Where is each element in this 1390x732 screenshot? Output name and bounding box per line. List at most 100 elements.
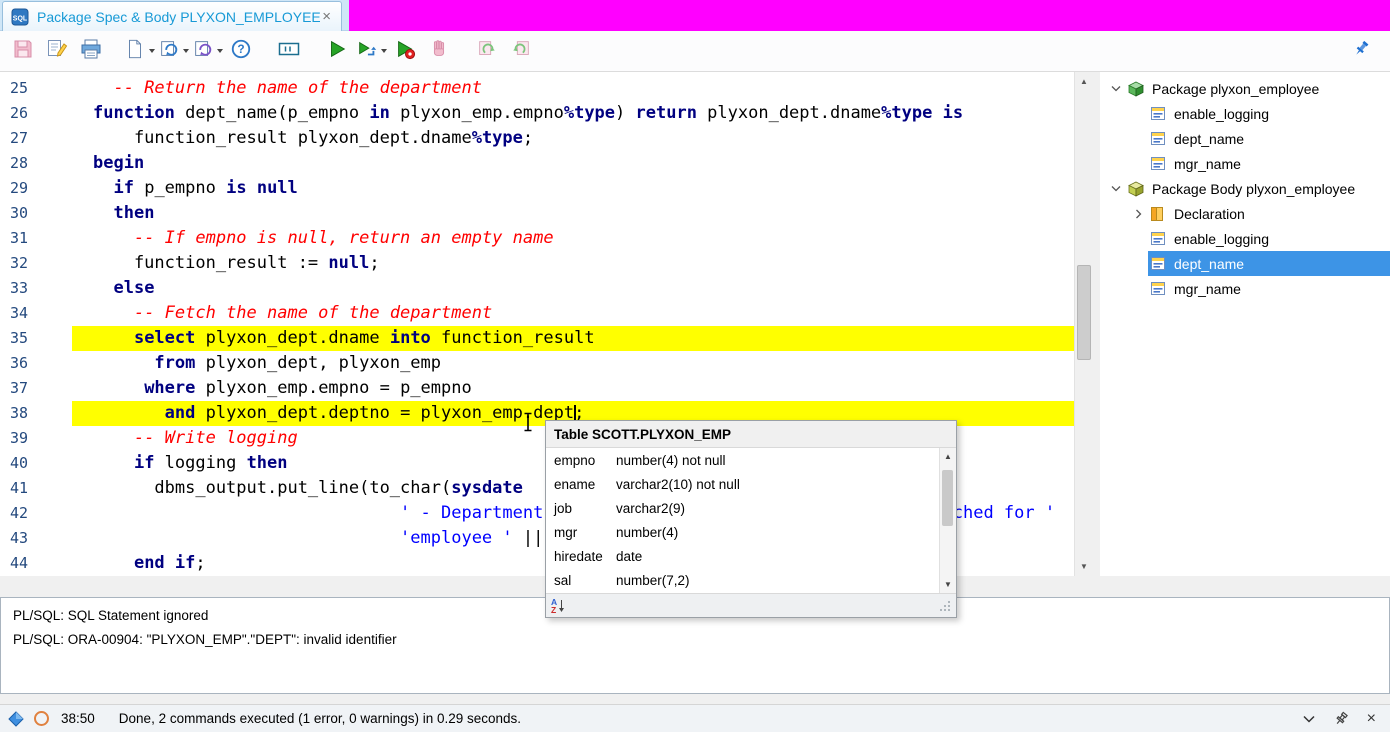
line-number: 39	[0, 426, 72, 451]
command-window-dropdown-icon	[192, 38, 214, 65]
editor-window-icon	[277, 37, 301, 66]
popup-scroll-down-button[interactable]: ▼	[940, 577, 956, 592]
package-icon	[1128, 81, 1148, 97]
column-type: number(7,2)	[616, 573, 690, 588]
line-number: 34	[0, 301, 72, 326]
command-window-button[interactable]	[190, 34, 224, 68]
sql-window-button[interactable]	[156, 34, 190, 68]
code-line-31[interactable]: -- If empno is null, return an empty nam…	[72, 226, 1074, 251]
editor-scrollbar[interactable]: ▲ ▼	[1074, 72, 1093, 576]
column-name: job	[554, 501, 616, 516]
execute-button[interactable]	[320, 34, 354, 68]
line-number: 37	[0, 376, 72, 401]
column-row: mgrnumber(4)	[546, 520, 939, 544]
member-icon	[1150, 106, 1170, 121]
dropdown-caret-icon	[183, 49, 189, 53]
tab-package-spec-body[interactable]: SQL Package Spec & Body PLYXON_EMPLOYEE …	[2, 1, 342, 31]
chevron-down-icon[interactable]	[1106, 85, 1126, 92]
member-icon	[1150, 281, 1170, 296]
debug-button[interactable]	[388, 34, 422, 68]
edit-icon	[45, 37, 69, 66]
column-type: number(4)	[616, 525, 678, 540]
pin-button[interactable]	[1333, 711, 1349, 727]
resize-grip[interactable]	[938, 599, 952, 613]
new-document-button[interactable]	[122, 34, 156, 68]
editor-window-button[interactable]	[272, 34, 306, 68]
rollback-button[interactable]	[504, 34, 538, 68]
code-line-26[interactable]: function dept_name(p_empno in plyxon_emp…	[72, 101, 1074, 126]
dock-pin-button[interactable]	[1344, 34, 1378, 68]
line-number: 40	[0, 451, 72, 476]
tree-item-dept-name[interactable]: dept_name	[1100, 126, 1390, 151]
column-name: sal	[554, 573, 616, 588]
tab-close-icon[interactable]: ×	[320, 9, 333, 24]
line-number: 35	[0, 326, 72, 351]
tree-item-enable-logging[interactable]: enable_logging	[1100, 226, 1390, 251]
tree-item-label: Package plyxon_employee	[1152, 81, 1319, 97]
popup-title: Table SCOTT.PLYXON_EMP	[546, 421, 956, 448]
popup-scrollbar-thumb[interactable]	[942, 470, 953, 526]
tooltip-rows: empnonumber(4) not nullenamevarchar2(10)…	[546, 448, 939, 593]
tree-item-declaration[interactable]: Declaration	[1100, 201, 1390, 226]
tree-item-package-body-plyxon-employee[interactable]: Package Body plyxon_employee	[1100, 176, 1390, 201]
column-row: salnumber(7,2)	[546, 568, 939, 592]
tree-item-label: dept_name	[1174, 131, 1244, 147]
popup-scrollbar[interactable]: ▲ ▼	[939, 448, 956, 593]
execute-dropdown-button[interactable]	[354, 34, 388, 68]
tree-item-mgr-name[interactable]: mgr_name	[1100, 276, 1390, 301]
tree-item-enable-logging[interactable]: enable_logging	[1100, 101, 1390, 126]
code-line-30[interactable]: then	[72, 201, 1074, 226]
dropdown-caret-icon	[381, 49, 387, 53]
popup-scroll-up-button[interactable]: ▲	[940, 449, 956, 464]
edit-button[interactable]	[40, 34, 74, 68]
column-name: mgr	[554, 525, 616, 540]
break-button[interactable]	[422, 34, 456, 68]
code-line-37[interactable]: where plyxon_emp.empno = p_empno	[72, 376, 1074, 401]
line-number: 30	[0, 201, 72, 226]
code-line-36[interactable]: from plyxon_dept, plyxon_emp	[72, 351, 1074, 376]
message-line: PL/SQL: ORA-00904: "PLYXON_EMP"."DEPT": …	[13, 628, 1377, 652]
tree-item-package-plyxon-employee[interactable]: Package plyxon_employee	[1100, 76, 1390, 101]
tree-item-dept-name[interactable]: dept_name	[1100, 251, 1390, 276]
commit-button[interactable]	[470, 34, 504, 68]
new-document-icon	[124, 38, 146, 65]
member-icon	[1150, 156, 1170, 171]
scroll-down-button[interactable]: ▼	[1075, 557, 1093, 576]
close-button[interactable]: ×	[1367, 711, 1376, 727]
status-message: Done, 2 commands executed (1 error, 0 wa…	[119, 711, 521, 726]
scroll-up-button[interactable]: ▲	[1075, 72, 1093, 91]
code-line-27[interactable]: function_result plyxon_dept.dname%type;	[72, 126, 1074, 151]
code-line-32[interactable]: function_result := null;	[72, 251, 1074, 276]
break-icon	[428, 38, 450, 65]
column-type: number(4) not null	[616, 453, 726, 468]
chevron-down-icon[interactable]	[1106, 185, 1126, 192]
help-button[interactable]: ?	[224, 34, 258, 68]
column-type: varchar2(9)	[616, 501, 685, 516]
code-line-35[interactable]: select plyxon_dept.dname into function_r…	[72, 326, 1074, 351]
sort-button[interactable]: AZ	[550, 597, 566, 614]
panel-splitter[interactable]	[1093, 72, 1100, 576]
tree-item-label: Package Body plyxon_employee	[1152, 181, 1355, 197]
code-line-25[interactable]: -- Return the name of the department	[72, 76, 1074, 101]
collapse-messages-button[interactable]	[1303, 715, 1315, 723]
tree-item-label: enable_logging	[1174, 231, 1269, 247]
tree-item-label: Declaration	[1174, 206, 1245, 222]
save-button[interactable]	[6, 34, 40, 68]
tree-item-mgr-name[interactable]: mgr_name	[1100, 151, 1390, 176]
code-line-29[interactable]: if p_empno is null	[72, 176, 1074, 201]
line-number: 28	[0, 151, 72, 176]
line-number: 31	[0, 226, 72, 251]
code-line-33[interactable]: else	[72, 276, 1074, 301]
tree-item-label: mgr_name	[1174, 156, 1241, 172]
chevron-right-icon[interactable]	[1128, 209, 1148, 219]
code-line-28[interactable]: begin	[72, 151, 1074, 176]
line-number: 44	[0, 551, 72, 576]
line-number: 25	[0, 76, 72, 101]
code-line-34[interactable]: -- Fetch the name of the department	[72, 301, 1074, 326]
line-number: 27	[0, 126, 72, 151]
print-button[interactable]	[74, 34, 108, 68]
svg-text:?: ?	[237, 42, 244, 56]
package-body-icon	[1128, 181, 1148, 197]
scrollbar-thumb[interactable]	[1077, 265, 1091, 360]
commit-icon	[476, 38, 498, 65]
